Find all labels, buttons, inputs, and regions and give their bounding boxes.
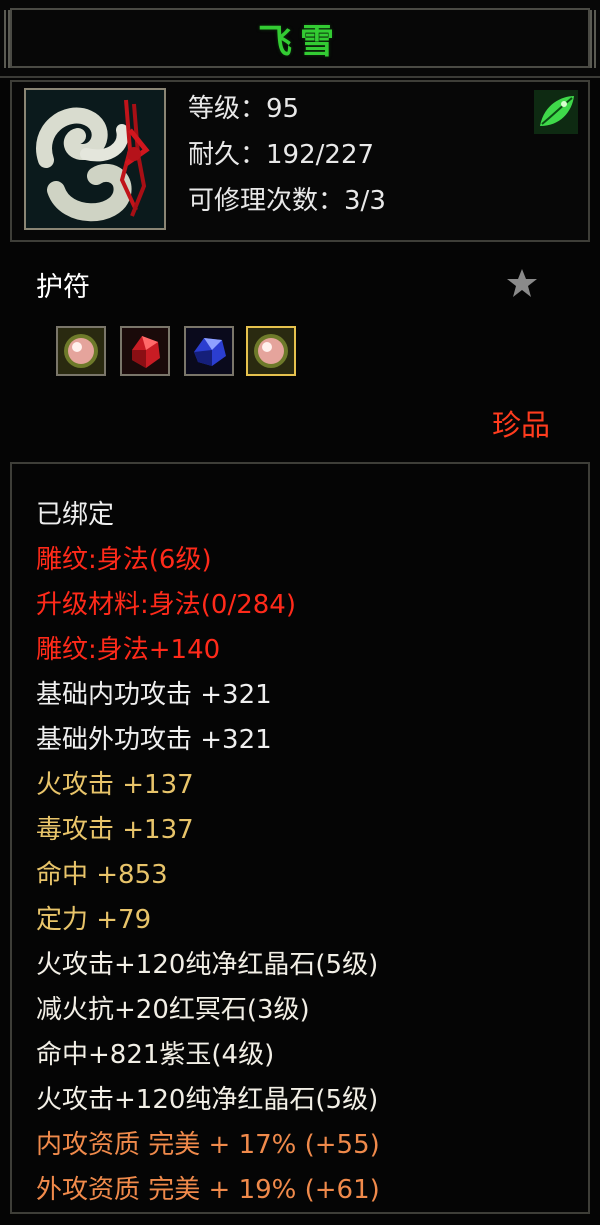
item-name: 飞雪	[258, 22, 342, 62]
attribute-line: 已绑定	[36, 500, 115, 530]
attribute-line: 火攻击+120纯净红晶石(5级)	[36, 950, 379, 980]
attribute-line: 基础内功攻击 +321	[36, 680, 272, 710]
level-value: 95	[266, 94, 300, 124]
durability-value: 192/227	[266, 140, 375, 170]
attribute-line: 命中 +853	[36, 860, 168, 890]
gem-slot-red-crystal-icon[interactable]	[120, 326, 170, 376]
attribute-line: 外攻资质 完美 + 19% (+61)	[36, 1175, 380, 1205]
title-bar: 飞雪	[0, 0, 600, 78]
durability-row: 耐久：192/227	[188, 132, 386, 178]
jade-amulet-icon[interactable]	[24, 88, 166, 230]
rarity-label: 珍品	[492, 408, 551, 442]
attribute-line: 定力 +79	[36, 905, 152, 935]
star-icon[interactable]	[505, 266, 539, 300]
attribute-line: 升级材料:身法(0/284)	[36, 590, 296, 620]
repairs-value: 3/3	[344, 186, 386, 216]
attribute-line: 命中+821紫玉(4级)	[36, 1040, 275, 1070]
repairs-row: 可修理次数：3/3	[188, 178, 386, 224]
green-leaf-icon	[534, 90, 578, 134]
item-stats: 等级：95 耐久：192/227 可修理次数：3/3	[188, 86, 386, 224]
attribute-line: 内攻资质 完美 + 17% (+55)	[36, 1130, 380, 1160]
durability-label: 耐久：	[188, 140, 267, 170]
attribute-line: 火攻击 +137	[36, 770, 194, 800]
attribute-line: 毒攻击 +137	[36, 815, 194, 845]
item-header: 等级：95 耐久：192/227 可修理次数：3/3	[10, 80, 590, 242]
attribute-line: 基础外功攻击 +321	[36, 725, 272, 755]
item-category: 护符	[36, 272, 90, 303]
attributes-panel: 已绑定 雕纹:身法(6级) 升级材料:身法(0/284) 雕纹:身法+140 基…	[10, 462, 590, 1214]
item-tooltip: 飞雪 等级：95 耐久：192/227 可修理次数：3/3 护符 珍品 已绑定 …	[0, 0, 600, 1225]
attribute-line: 火攻击+120纯净红晶石(5级)	[36, 1085, 379, 1115]
attribute-line: 雕纹:身法+140	[36, 635, 221, 665]
gem-slot-blue-sapphire-icon[interactable]	[184, 326, 234, 376]
repairs-label: 可修理次数：	[188, 186, 345, 216]
attribute-line: 减火抗+20红冥石(3级)	[36, 995, 310, 1025]
level-row: 等级：95	[188, 86, 386, 132]
gem-slot-pink-gem-gold-icon[interactable]	[246, 326, 296, 376]
attribute-line: 雕纹:身法(6级)	[36, 545, 212, 575]
gem-slot-pink-gem-icon[interactable]	[56, 326, 106, 376]
level-label: 等级：	[188, 94, 267, 124]
